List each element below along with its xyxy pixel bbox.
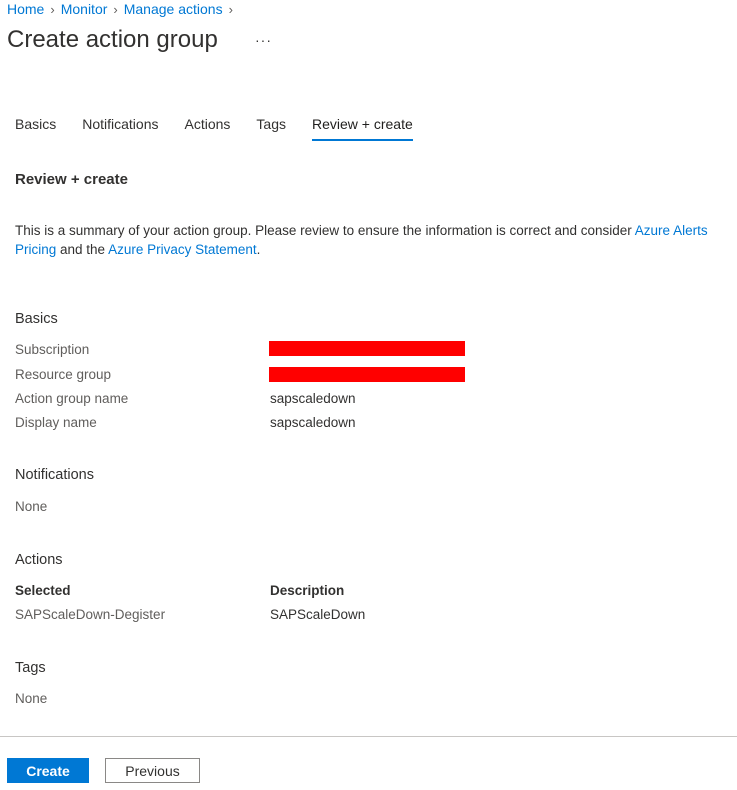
breadcrumb-home-link[interactable]: Home	[7, 1, 44, 17]
action-group-name-label: Action group name	[15, 391, 129, 406]
page-title: Create action group	[7, 26, 218, 53]
resource-group-label: Resource group	[15, 367, 112, 382]
subscription-label: Subscription	[15, 342, 90, 357]
tab-bar: Basics Notifications Actions Tags Review…	[15, 116, 439, 141]
action-group-name-value: sapscaledown	[270, 391, 356, 406]
summary-prefix: This is a summary of your action group. …	[15, 223, 635, 238]
breadcrumb-manage-actions-link[interactable]: Manage actions	[124, 1, 223, 17]
summary-text: This is a summary of your action group. …	[15, 221, 715, 259]
tab-actions[interactable]: Actions	[185, 116, 231, 141]
actions-column-selected: Selected	[15, 583, 71, 598]
actions-section-title: Actions	[15, 552, 63, 568]
chevron-right-icon: ›	[113, 1, 118, 17]
actions-column-description: Description	[270, 583, 345, 598]
display-name-label: Display name	[15, 415, 97, 430]
notifications-value: None	[15, 499, 48, 514]
breadcrumb-monitor-link[interactable]: Monitor	[61, 1, 108, 17]
tab-review-create[interactable]: Review + create	[312, 116, 413, 141]
azure-privacy-statement-link[interactable]: Azure Privacy Statement	[108, 242, 257, 257]
tab-basics[interactable]: Basics	[15, 116, 56, 141]
subscription-redacted-value	[269, 341, 465, 356]
resource-group-redacted-value	[269, 367, 465, 382]
tab-notifications[interactable]: Notifications	[82, 116, 158, 141]
basics-section-title: Basics	[15, 311, 58, 327]
summary-suffix: .	[256, 242, 261, 257]
tab-tags[interactable]: Tags	[256, 116, 286, 141]
previous-button[interactable]: Previous	[105, 758, 200, 783]
notifications-section-title: Notifications	[15, 467, 94, 483]
tags-value: None	[15, 691, 48, 706]
footer-divider	[0, 736, 737, 737]
more-options-icon[interactable]: ···	[255, 32, 272, 48]
review-heading: Review + create	[15, 171, 128, 188]
chevron-right-icon: ›	[228, 1, 233, 17]
breadcrumb: Home › Monitor › Manage actions ›	[7, 1, 239, 17]
actions-row-description: SAPScaleDown	[270, 607, 366, 622]
tags-section-title: Tags	[15, 660, 46, 676]
create-button[interactable]: Create	[7, 758, 89, 783]
display-name-value: sapscaledown	[270, 415, 356, 430]
actions-row-selected: SAPScaleDown-Degister	[15, 607, 166, 622]
summary-middle: and the	[56, 242, 109, 257]
chevron-right-icon: ›	[50, 1, 55, 17]
